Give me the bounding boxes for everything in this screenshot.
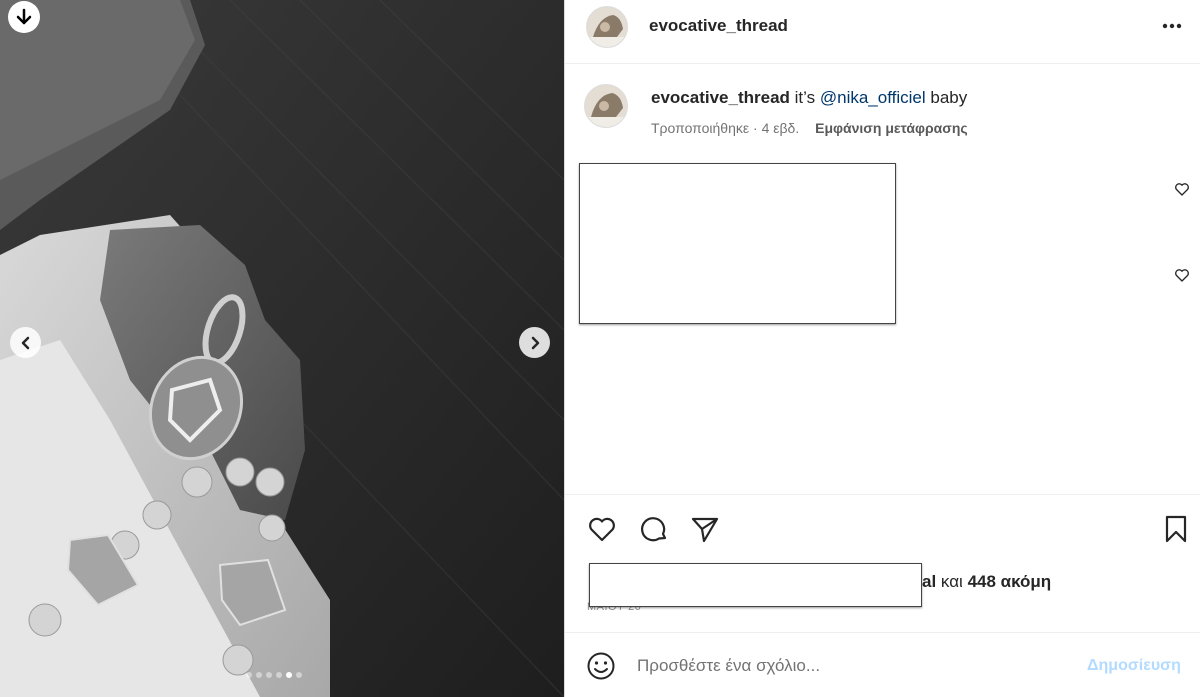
likes-summary[interactable]: al και 448 ακόμη <box>922 572 1051 592</box>
post-comment-button[interactable]: Δημοσίευση <box>1087 657 1181 675</box>
actions-divider <box>565 494 1200 495</box>
emoji-icon[interactable] <box>586 651 616 681</box>
instagram-post-modal: evocative_thread evocative_thread it’s @… <box>0 0 1200 697</box>
avatar-image <box>585 85 627 127</box>
comment-composer: Δημοσίευση <box>565 632 1200 697</box>
carousel-prev-button[interactable] <box>10 327 41 358</box>
carousel-dot <box>286 672 292 678</box>
post-side-panel: evocative_thread evocative_thread it’s @… <box>564 0 1200 697</box>
likes-connector: και <box>940 572 963 591</box>
more-options-button[interactable] <box>1159 14 1185 38</box>
comment-like-icon[interactable] <box>1173 180 1191 198</box>
download-button[interactable] <box>8 1 40 33</box>
caption-text-after: baby <box>930 88 968 107</box>
like-icon[interactable] <box>586 513 618 545</box>
redacted-likers-block <box>589 563 922 607</box>
caption-avatar[interactable] <box>584 84 628 128</box>
likes-count[interactable]: 448 ακόμη <box>968 572 1052 591</box>
see-translation-button[interactable]: Εμφάνιση μετάφρασης <box>815 120 968 136</box>
caption-text-before: it’s <box>794 88 816 107</box>
bookmark-icon[interactable] <box>1160 513 1192 545</box>
comment-like-icon[interactable] <box>1173 266 1191 284</box>
comment-input[interactable] <box>637 653 1067 679</box>
caption-meta: Τροποποιήθηκε · 4 εβδ. Εμφάνιση μετάφρασ… <box>651 120 968 136</box>
carousel-dot <box>246 672 252 678</box>
meta-separator: · <box>753 120 758 136</box>
share-icon[interactable] <box>689 513 721 545</box>
post-author-username[interactable]: evocative_thread <box>649 16 788 36</box>
caption-mention-link[interactable]: @nika_officiel <box>820 88 926 107</box>
avatar[interactable] <box>586 6 628 48</box>
carousel-indicator <box>246 672 302 678</box>
more-horizontal-icon <box>1162 23 1182 29</box>
post-caption: evocative_thread it’s @nika_officiel bab… <box>651 88 967 108</box>
carousel-next-button[interactable] <box>519 327 550 358</box>
avatar-image <box>587 7 627 47</box>
carousel-dot <box>296 672 302 678</box>
post-photo <box>0 0 564 697</box>
chevron-right-icon <box>531 336 539 349</box>
comment-icon[interactable] <box>638 513 670 545</box>
carousel-dot <box>276 672 282 678</box>
post-media[interactable] <box>0 0 564 697</box>
carousel-dot <box>266 672 272 678</box>
redacted-comments-block <box>579 163 896 324</box>
caption-username[interactable]: evocative_thread <box>651 88 790 107</box>
post-age[interactable]: 4 εβδ. <box>762 120 800 136</box>
arrow-down-icon <box>16 8 32 25</box>
likes-partial-name: al <box>922 572 937 591</box>
carousel-dot <box>256 672 262 678</box>
post-header: evocative_thread <box>565 0 1200 64</box>
edited-label: Τροποποιήθηκε <box>651 120 750 136</box>
chevron-left-icon <box>21 336 29 349</box>
